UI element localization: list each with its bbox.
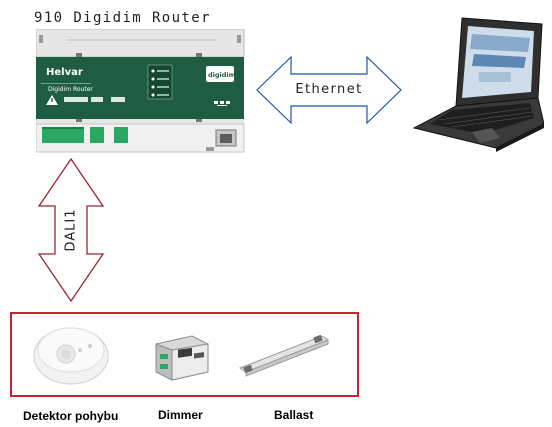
ballast-icon — [238, 334, 330, 377]
device-label-dimmer: Dimmer — [158, 408, 203, 422]
digidim-logo: digidim — [208, 71, 236, 79]
dimmer-icon — [155, 335, 209, 381]
laptop-icon — [412, 17, 544, 152]
dali-label: DALI1 — [63, 208, 79, 252]
ethernet-label: Ethernet — [295, 82, 363, 97]
router-device: Helvar Digidim Router digidim — [36, 29, 245, 153]
device-label-ballast: Ballast — [274, 408, 314, 422]
ethernet-port — [215, 129, 237, 147]
product-label: Digidim Router — [48, 86, 93, 93]
motion-detector-icon — [33, 327, 109, 385]
brand-label: Helvar — [46, 67, 83, 78]
router-title: 910 Digidim Router — [34, 10, 211, 26]
device-label-motion-detector: Detektor pohybu — [23, 409, 119, 423]
